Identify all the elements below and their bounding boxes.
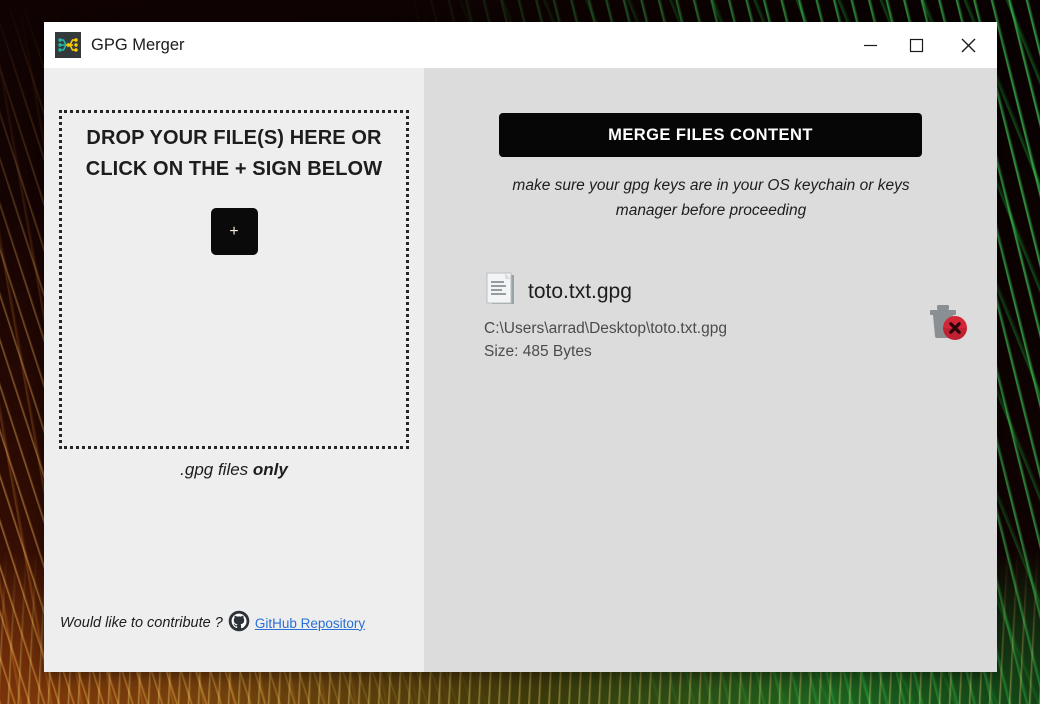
dropzone-title-line2: CLICK ON THE + SIGN BELOW — [85, 158, 383, 180]
gpg-only-hint-prefix: .gpg files — [180, 460, 253, 479]
title-bar-left: GPG Merger — [44, 32, 847, 58]
file-size: Size: 485 Bytes — [484, 343, 592, 360]
github-icon — [228, 610, 250, 636]
merge-note-line1: make sure your gpg keys are in your OS k… — [512, 177, 910, 194]
add-file-button[interactable]: + — [210, 208, 258, 255]
gpg-merge-icon — [55, 32, 81, 58]
document-icon — [484, 271, 518, 312]
merge-note-line2: manager before proceeding — [615, 202, 807, 219]
github-repository-link[interactable]: GitHub Repository — [255, 616, 365, 631]
contribute-label: Would like to contribute ? — [60, 615, 223, 631]
close-button[interactable] — [939, 22, 997, 68]
gpg-only-hint: .gpg files only — [59, 460, 409, 480]
left-panel: DROP YOUR FILE(S) HERE OR CLICK ON THE +… — [44, 68, 424, 672]
remove-file-button[interactable] — [924, 299, 970, 345]
dropzone-wrapper: DROP YOUR FILE(S) HERE OR CLICK ON THE +… — [44, 68, 424, 480]
file-name: toto.txt.gpg — [528, 279, 632, 303]
right-panel: MERGE FILES CONTENT make sure your gpg k… — [424, 68, 997, 672]
file-header: toto.txt.gpg — [484, 271, 977, 312]
window-controls — [847, 22, 997, 68]
merge-note: make sure your gpg keys are in your OS k… — [486, 173, 936, 223]
window-body: DROP YOUR FILE(S) HERE OR CLICK ON THE +… — [44, 68, 997, 672]
contribute-footer: Would like to contribute ? GitHub Reposi… — [44, 610, 424, 672]
title-bar[interactable]: GPG Merger — [44, 22, 997, 68]
file-list-item: toto.txt.gpg C:\Users\arrad\Desktop\toto… — [484, 271, 977, 361]
gpg-only-hint-emphasis: only — [252, 460, 288, 479]
gpg-merger-window: GPG Merger DROP YOUR FILE(S) HERE OR CLI… — [44, 22, 997, 672]
maximize-button[interactable] — [893, 22, 939, 68]
window-title: GPG Merger — [91, 35, 185, 54]
file-dropzone[interactable]: DROP YOUR FILE(S) HERE OR CLICK ON THE +… — [59, 110, 409, 449]
dropzone-title-line1: DROP YOUR FILE(S) HERE OR — [86, 127, 382, 149]
minimize-button[interactable] — [847, 22, 893, 68]
merge-files-button[interactable]: MERGE FILES CONTENT — [499, 113, 922, 157]
file-path: C:\Users\arrad\Desktop\toto.txt.gpg — [484, 320, 727, 337]
